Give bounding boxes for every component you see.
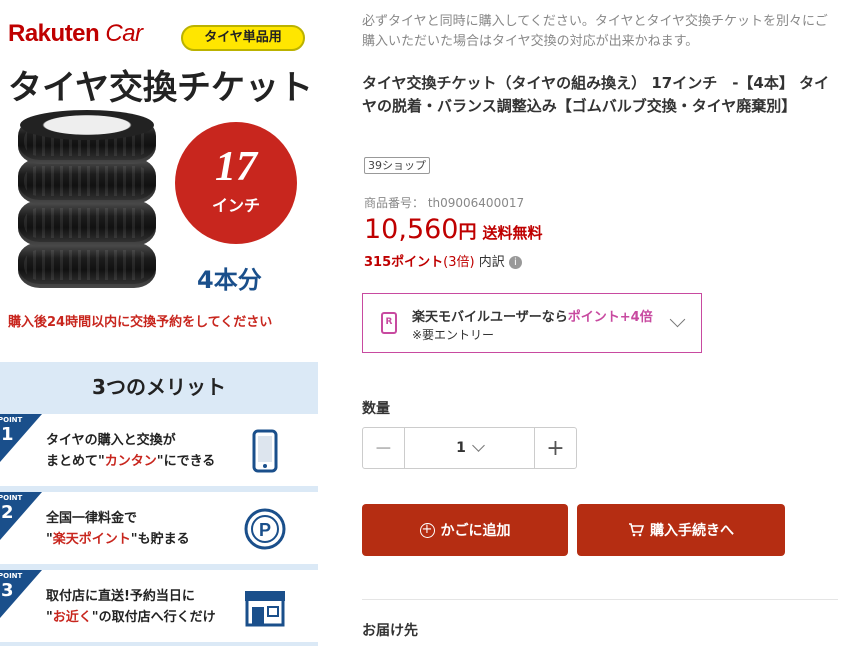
increment-button[interactable]: + <box>534 428 576 468</box>
point-coin-icon: P <box>242 506 288 552</box>
merit-text: タイヤの購入と交換が まとめて"カンタン"にできる <box>46 433 216 469</box>
shop-badge: 39ショップ <box>364 157 430 174</box>
rakuten-car-logo: Rakuten Car <box>8 20 143 47</box>
info-icon[interactable]: i <box>508 256 522 269</box>
tire-count-label: 4本分 <box>197 266 262 294</box>
cart-icon <box>629 523 644 537</box>
quantity-select[interactable]: 1 <box>405 428 534 468</box>
points-breakdown-link[interactable]: 内訳 <box>479 255 505 270</box>
checkout-label: 購入手続きへ <box>650 523 734 539</box>
product-title: タイヤ交換チケット（タイヤの組み換え） 17インチ -【4本】 タイヤの脱着・バ… <box>362 74 830 115</box>
mobile-promo-text: 楽天モバイルユーザーなら <box>412 310 568 325</box>
plus-circle-icon: + <box>419 522 435 538</box>
quantity-value: 1 <box>456 440 466 456</box>
points-info: 315ポイント(3倍) 内訳 i <box>364 251 522 270</box>
rakuten-mobile-promo[interactable]: R 楽天モバイルユーザーならポイント+4倍 ※要エントリー <box>362 293 702 353</box>
promo-title: タイヤ交換チケット <box>8 68 313 108</box>
price: 10,560円 送料無料 <box>364 214 543 245</box>
chevron-down-icon <box>472 439 485 452</box>
free-shipping-label: 送料無料 <box>482 224 543 242</box>
add-to-cart-button[interactable]: + かごに追加 <box>362 504 568 556</box>
tire-stack-image <box>18 110 156 288</box>
add-to-cart-label: かごに追加 <box>440 523 511 539</box>
price-currency: 円 <box>458 222 477 243</box>
merit-item: POINT 3 取付店に直送!予約当日に "お近く"の取付店へ行くだけ <box>0 570 318 642</box>
merit-text: 全国一律料金で "楽天ポイント"も貯まる <box>46 511 190 547</box>
purchase-note: 必ずタイヤと同時に購入してください。タイヤとタイヤ交換チケットを別々にご購入いた… <box>362 14 828 49</box>
price-value: 10,560 <box>364 214 459 245</box>
tire-only-tag: タイヤ単品用 <box>181 25 305 51</box>
reservation-notice: 購入後24時間以内に交換予約をしてください <box>8 315 273 330</box>
merit-item: POINT 2 全国一律料金で "楽天ポイント"も貯まる P <box>0 492 318 564</box>
point-flag: POINT 1 <box>0 414 42 462</box>
delivery-title: お届け先 <box>362 623 418 639</box>
divider <box>362 599 838 600</box>
inch-size-badge: 17 インチ <box>175 122 297 244</box>
mobile-promo-points: ポイント+4倍 <box>567 310 653 325</box>
merit-text: 取付店に直送!予約当日に "お近く"の取付店へ行くだけ <box>46 589 216 625</box>
product-image: Rakuten Car タイヤ単品用 タイヤ交換チケット 17 インチ 4本分 … <box>0 0 320 646</box>
entry-note: ※要エントリー <box>412 328 495 342</box>
shop-icon <box>242 584 288 630</box>
decrement-button[interactable]: − <box>363 428 405 468</box>
merits-title: 3つのメリット <box>92 375 226 399</box>
chevron-down-icon <box>669 311 686 328</box>
merits-panel: 3つのメリット POINT 1 タイヤの購入と交換が まとめて"カンタン"にできる… <box>0 362 318 646</box>
item-number: 商品番号： th09006400017 <box>364 196 525 210</box>
points-multiplier: (3倍) <box>443 255 475 270</box>
point-flag: POINT 2 <box>0 492 42 540</box>
points-value: 315ポイント <box>364 255 444 270</box>
smartphone-icon <box>242 428 288 474</box>
quantity-label: 数量 <box>362 401 390 417</box>
point-flag: POINT 3 <box>0 570 42 618</box>
merit-item: POINT 1 タイヤの購入と交換が まとめて"カンタン"にできる <box>0 414 318 486</box>
checkout-button[interactable]: 購入手続きへ <box>577 504 785 556</box>
quantity-stepper: − 1 + <box>362 427 577 469</box>
svg-text:P: P <box>259 520 271 540</box>
rakuten-mobile-icon: R <box>381 312 397 334</box>
